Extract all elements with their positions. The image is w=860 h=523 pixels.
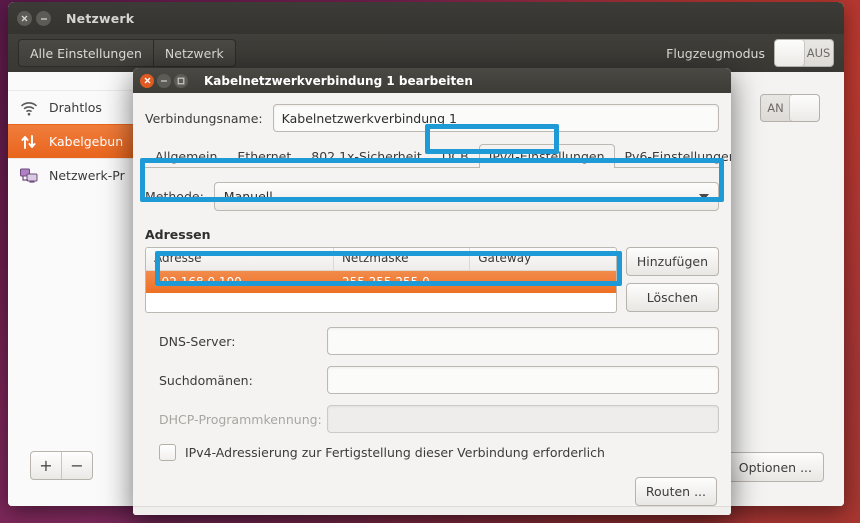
column-header-address: Adresse [146,248,334,270]
dns-server-input[interactable] [327,327,719,355]
network-section-button[interactable]: Netzwerk [153,39,236,67]
airplane-mode-state: AUS [806,46,831,60]
minimize-icon[interactable] [36,10,51,26]
table-header-row: Adresse Netzmaske Gateway [146,248,616,271]
edit-connection-dialog: Kabelnetzwerkverbindung 1 bearbeiten Ver… [133,68,731,515]
table-row[interactable]: 192.168.0.100 255.255.255.0 [146,271,616,293]
toggle-knob [790,95,819,121]
wired-network-icon [19,132,39,152]
cell-address: 192.168.0.100 [154,275,242,289]
method-value: Manuell [223,189,273,204]
add-connection-button[interactable]: + [31,452,61,479]
search-domains-label: Suchdomänen: [159,372,253,388]
minimize-icon[interactable] [157,73,171,88]
airplane-mode-control: Flugzeugmodus AUS [666,39,834,67]
ipv4-settings-panel: Methode: Manuell Adressen Adresse Netzma… [145,168,719,506]
connection-toggle-state: AN [767,101,784,115]
addresses-section-title: Adressen [145,227,211,242]
column-header-netmask: Netzmaske [334,248,471,270]
network-proxy-icon [19,166,39,186]
method-row: Methode: Manuell [145,182,719,211]
dialog-title: Kabelnetzwerkverbindung 1 bearbeiten [204,73,473,88]
search-domains-row: Suchdomänen: [145,366,719,394]
airplane-mode-label: Flugzeugmodus [666,45,765,61]
close-icon[interactable] [17,10,32,26]
dialog-footer: Abbrechen Speichern [133,506,731,515]
tab-strip: Allgemein Ethernet 802.1x-Sicherheit DCB… [145,142,731,168]
require-ipv4-row[interactable]: IPv4-Adressierung zur Fertigstellung die… [145,444,719,461]
connection-toggle-control: AN [760,94,820,122]
connection-name-input[interactable]: Kabelnetzwerkverbindung 1 [272,104,719,132]
add-remove-connection-controls: + − [30,451,93,480]
sidebar-item-network-proxy[interactable]: Netzwerk-Pr [8,158,149,192]
dns-server-row: DNS-Server: [145,327,719,355]
add-address-button[interactable]: Hinzufügen [625,247,719,276]
addresses-area: Adresse Netzmaske Gateway 192.168.0.100 … [145,247,719,313]
tab-ipv6-settings[interactable]: Pv6-Einstellungen [615,144,731,168]
tab-8021x-security[interactable]: 802.1x-Sicherheit [301,144,432,168]
window-titlebar: Netzwerk [8,2,844,34]
close-icon[interactable] [140,73,154,88]
window-title: Netzwerk [66,10,135,26]
connection-toggle[interactable]: AN [760,94,820,122]
require-ipv4-label: IPv4-Adressierung zur Fertigstellung die… [185,445,605,460]
search-domains-input[interactable] [327,366,719,394]
routes-button[interactable]: Routen ... [634,477,717,506]
method-label: Methode: [145,189,204,204]
options-button[interactable]: Optionen ... [726,452,824,482]
sidebar-item-label: Kabelgebun [49,134,124,149]
dialog-content: Verbindungsname: Kabelnetzwerkverbindung… [133,93,731,506]
window-toolbar: Alle Einstellungen Netzwerk Flugzeugmodu… [8,34,844,72]
address-buttons: Hinzufügen Löschen [625,247,719,312]
maximize-icon[interactable] [174,73,188,88]
dns-server-label: DNS-Server: [159,333,236,349]
airplane-mode-toggle[interactable]: AUS [774,39,834,67]
toggle-knob [775,40,804,66]
tab-allgemein[interactable]: Allgemein [145,144,227,168]
sidebar-item-wired[interactable]: Kabelgebun [8,124,149,158]
dhcp-client-id-label: DHCP-Programmkennung: [159,411,322,427]
remove-connection-button[interactable]: − [61,452,92,479]
column-header-gateway: Gateway [478,251,532,265]
routes-row: Routen ... [145,477,719,506]
delete-address-button[interactable]: Löschen [625,283,719,312]
sidebar-item-label: Drahtlos [49,100,102,115]
dhcp-client-id-input [327,405,719,433]
require-ipv4-checkbox[interactable] [159,444,176,461]
tab-dcb[interactable]: DCB [432,144,479,168]
connection-name-label: Verbindungsname: [145,110,263,126]
dhcp-client-id-row: DHCP-Programmkennung: [145,405,719,433]
sidebar: Drahtlos Kabelgebun Netzwerk-Pr + − [8,72,150,506]
tab-ipv4-settings[interactable]: IPv4-Einstellungen [478,144,615,168]
addresses-table[interactable]: Adresse Netzmaske Gateway 192.168.0.100 … [145,247,617,313]
all-settings-button[interactable]: Alle Einstellungen [18,39,154,67]
method-dropdown[interactable]: Manuell [213,182,719,211]
tab-ethernet[interactable]: Ethernet [227,144,301,168]
sidebar-item-label: Netzwerk-Pr [49,168,125,183]
dialog-titlebar: Kabelnetzwerkverbindung 1 bearbeiten [133,68,731,93]
connection-name-row: Verbindungsname: Kabelnetzwerkverbindung… [145,104,719,132]
chevron-down-icon [699,193,709,200]
cell-netmask: 255.255.255.0 [341,275,430,289]
wifi-icon [19,98,39,118]
sidebar-item-wireless[interactable]: Drahtlos [8,90,149,124]
